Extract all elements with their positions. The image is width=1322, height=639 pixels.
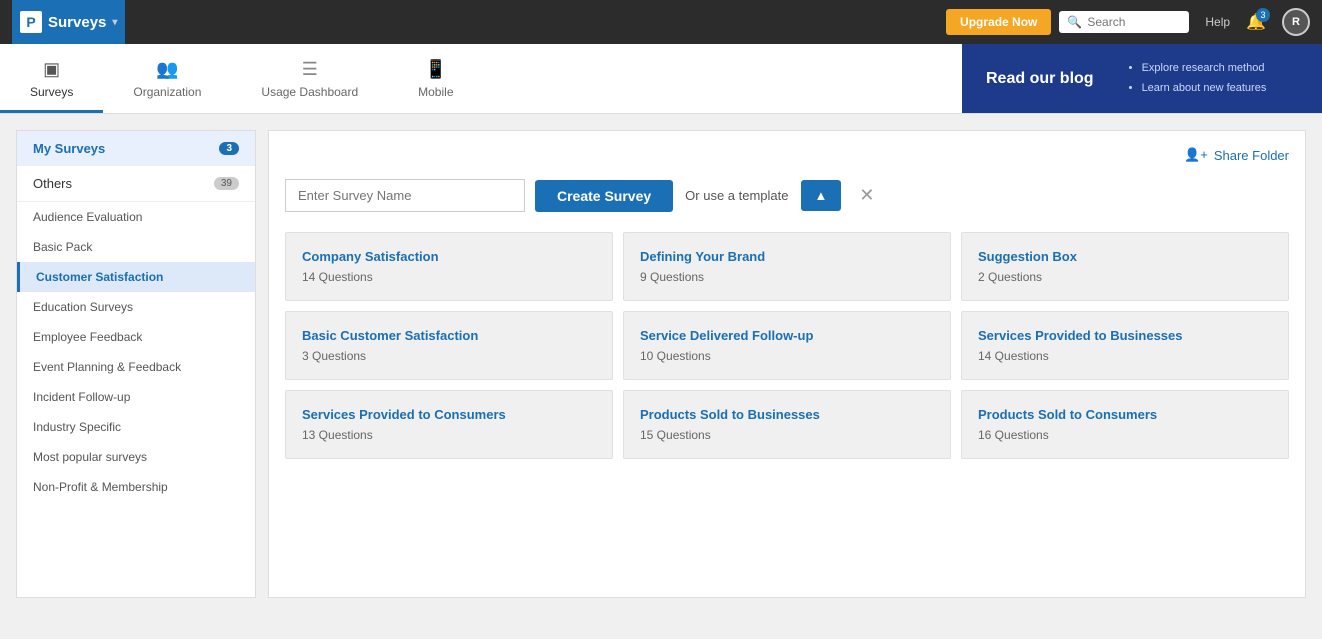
sidebar-others-label: Others bbox=[33, 176, 72, 191]
tab-organization[interactable]: 👥 Organization bbox=[103, 44, 231, 113]
sidebar-item-audience-evaluation[interactable]: Audience Evaluation bbox=[17, 202, 255, 232]
tab-usage-dashboard[interactable]: ☰ Usage Dashboard bbox=[231, 44, 388, 113]
blog-bullet-2: Learn about new features bbox=[1142, 79, 1267, 99]
sidebar-item-incident-followup[interactable]: Incident Follow-up bbox=[17, 382, 255, 412]
template-card-6-sub: 13 Questions bbox=[302, 428, 596, 442]
upgrade-now-button[interactable]: Upgrade Now bbox=[946, 9, 1051, 35]
use-template-button[interactable]: ▲ bbox=[801, 180, 842, 211]
main-layout: My Surveys 3 Others 39 Audience Evaluati… bbox=[0, 114, 1322, 614]
sidebar-item-education-surveys[interactable]: Education Surveys bbox=[17, 292, 255, 322]
search-box: 🔍 bbox=[1059, 11, 1189, 33]
sidebar-item-industry-specific[interactable]: Industry Specific bbox=[17, 412, 255, 442]
dashboard-icon: ☰ bbox=[302, 59, 318, 80]
blog-bullet-1: Explore research method bbox=[1142, 59, 1267, 79]
template-grid: Company Satisfaction 14 Questions Defini… bbox=[285, 232, 1289, 459]
search-icon: 🔍 bbox=[1067, 15, 1082, 29]
sidebar-my-surveys-label: My Surveys bbox=[33, 141, 105, 156]
sidebar: My Surveys 3 Others 39 Audience Evaluati… bbox=[16, 130, 256, 598]
bell-badge: 3 bbox=[1256, 8, 1270, 22]
template-card-8[interactable]: Products Sold to Consumers 16 Questions bbox=[961, 390, 1289, 459]
sidebar-my-surveys-count: 3 bbox=[219, 142, 239, 155]
template-card-8-sub: 16 Questions bbox=[978, 428, 1272, 442]
template-card-3[interactable]: Basic Customer Satisfaction 3 Questions bbox=[285, 311, 613, 380]
template-card-0-title: Company Satisfaction bbox=[302, 249, 596, 264]
template-card-0-sub: 14 Questions bbox=[302, 270, 596, 284]
tab-surveys-label: Surveys bbox=[30, 85, 73, 99]
template-card-7-title: Products Sold to Businesses bbox=[640, 407, 934, 422]
template-card-3-sub: 3 Questions bbox=[302, 349, 596, 363]
template-card-3-title: Basic Customer Satisfaction bbox=[302, 328, 596, 343]
sidebar-others-count: 39 bbox=[214, 177, 239, 190]
sidebar-item-customer-satisfaction[interactable]: Customer Satisfaction bbox=[17, 262, 255, 292]
search-input[interactable] bbox=[1087, 15, 1181, 29]
sidebar-sub-section: Audience Evaluation Basic Pack Customer … bbox=[17, 202, 255, 502]
template-card-2-title: Suggestion Box bbox=[978, 249, 1272, 264]
close-template-button[interactable]: ✕ bbox=[851, 181, 882, 210]
blog-title: Read our blog bbox=[986, 70, 1094, 88]
template-card-1[interactable]: Defining Your Brand 9 Questions bbox=[623, 232, 951, 301]
survey-name-input[interactable] bbox=[285, 179, 525, 212]
share-folder-button[interactable]: 👤+ Share Folder bbox=[1184, 147, 1289, 163]
help-label[interactable]: Help bbox=[1205, 15, 1230, 29]
chevron-down-icon: ▾ bbox=[112, 17, 117, 28]
template-card-1-sub: 9 Questions bbox=[640, 270, 934, 284]
sidebar-main-section: My Surveys 3 Others 39 bbox=[17, 131, 255, 202]
template-card-4[interactable]: Service Delivered Follow-up 10 Questions bbox=[623, 311, 951, 380]
tab-surveys[interactable]: ▣ Surveys bbox=[0, 44, 103, 113]
tab-mobile[interactable]: 📱 Mobile bbox=[388, 44, 483, 113]
sidebar-item-basic-pack[interactable]: Basic Pack bbox=[17, 232, 255, 262]
template-card-2[interactable]: Suggestion Box 2 Questions bbox=[961, 232, 1289, 301]
template-card-7[interactable]: Products Sold to Businesses 15 Questions bbox=[623, 390, 951, 459]
content-header: 👤+ Share Folder bbox=[285, 147, 1289, 163]
sidebar-item-others[interactable]: Others 39 bbox=[17, 166, 255, 201]
blog-bullets: Explore research method Learn about new … bbox=[1126, 59, 1267, 99]
template-card-6-title: Services Provided to Consumers bbox=[302, 407, 596, 422]
template-card-5[interactable]: Services Provided to Businesses 14 Quest… bbox=[961, 311, 1289, 380]
brand-logo[interactable]: P Surveys ▾ bbox=[12, 0, 125, 44]
user-avatar[interactable]: R bbox=[1282, 8, 1310, 36]
template-card-5-sub: 14 Questions bbox=[978, 349, 1272, 363]
tab-organization-label: Organization bbox=[133, 85, 201, 99]
nav-tabs: ▣ Surveys 👥 Organization ☰ Usage Dashboa… bbox=[0, 44, 962, 113]
create-survey-button[interactable]: Create Survey bbox=[535, 180, 673, 212]
template-card-0[interactable]: Company Satisfaction 14 Questions bbox=[285, 232, 613, 301]
tab-usage-dashboard-label: Usage Dashboard bbox=[261, 85, 358, 99]
tab-mobile-label: Mobile bbox=[418, 85, 453, 99]
notifications-bell[interactable]: 🔔 3 bbox=[1246, 12, 1266, 32]
template-card-7-sub: 15 Questions bbox=[640, 428, 934, 442]
content-area: 👤+ Share Folder Create Survey Or use a t… bbox=[268, 130, 1306, 598]
top-navigation: P Surveys ▾ Upgrade Now 🔍 Help 🔔 3 R bbox=[0, 0, 1322, 44]
sidebar-item-my-surveys[interactable]: My Surveys 3 bbox=[17, 131, 255, 166]
template-card-5-title: Services Provided to Businesses bbox=[978, 328, 1272, 343]
sidebar-item-employee-feedback[interactable]: Employee Feedback bbox=[17, 322, 255, 352]
brand-name: Surveys bbox=[48, 14, 106, 31]
secondary-navigation: ▣ Surveys 👥 Organization ☰ Usage Dashboa… bbox=[0, 44, 1322, 114]
template-card-2-sub: 2 Questions bbox=[978, 270, 1272, 284]
share-folder-label: Share Folder bbox=[1214, 148, 1289, 163]
mobile-icon: 📱 bbox=[425, 59, 447, 80]
template-card-1-title: Defining Your Brand bbox=[640, 249, 934, 264]
template-card-4-title: Service Delivered Follow-up bbox=[640, 328, 934, 343]
p-icon: P bbox=[20, 11, 42, 33]
template-card-4-sub: 10 Questions bbox=[640, 349, 934, 363]
sidebar-item-event-planning[interactable]: Event Planning & Feedback bbox=[17, 352, 255, 382]
organization-icon: 👥 bbox=[156, 59, 178, 80]
share-folder-icon: 👤+ bbox=[1184, 147, 1208, 163]
sidebar-item-nonprofit[interactable]: Non-Profit & Membership bbox=[17, 472, 255, 502]
or-divider: Or use a template bbox=[685, 188, 788, 203]
create-survey-row: Create Survey Or use a template ▲ ✕ bbox=[285, 179, 1289, 212]
surveys-icon: ▣ bbox=[43, 59, 60, 80]
template-card-6[interactable]: Services Provided to Consumers 13 Questi… bbox=[285, 390, 613, 459]
template-card-8-title: Products Sold to Consumers bbox=[978, 407, 1272, 422]
use-template-label: ▲ bbox=[815, 188, 828, 203]
sidebar-item-most-popular[interactable]: Most popular surveys bbox=[17, 442, 255, 472]
blog-banner[interactable]: Read our blog Explore research method Le… bbox=[962, 44, 1322, 113]
